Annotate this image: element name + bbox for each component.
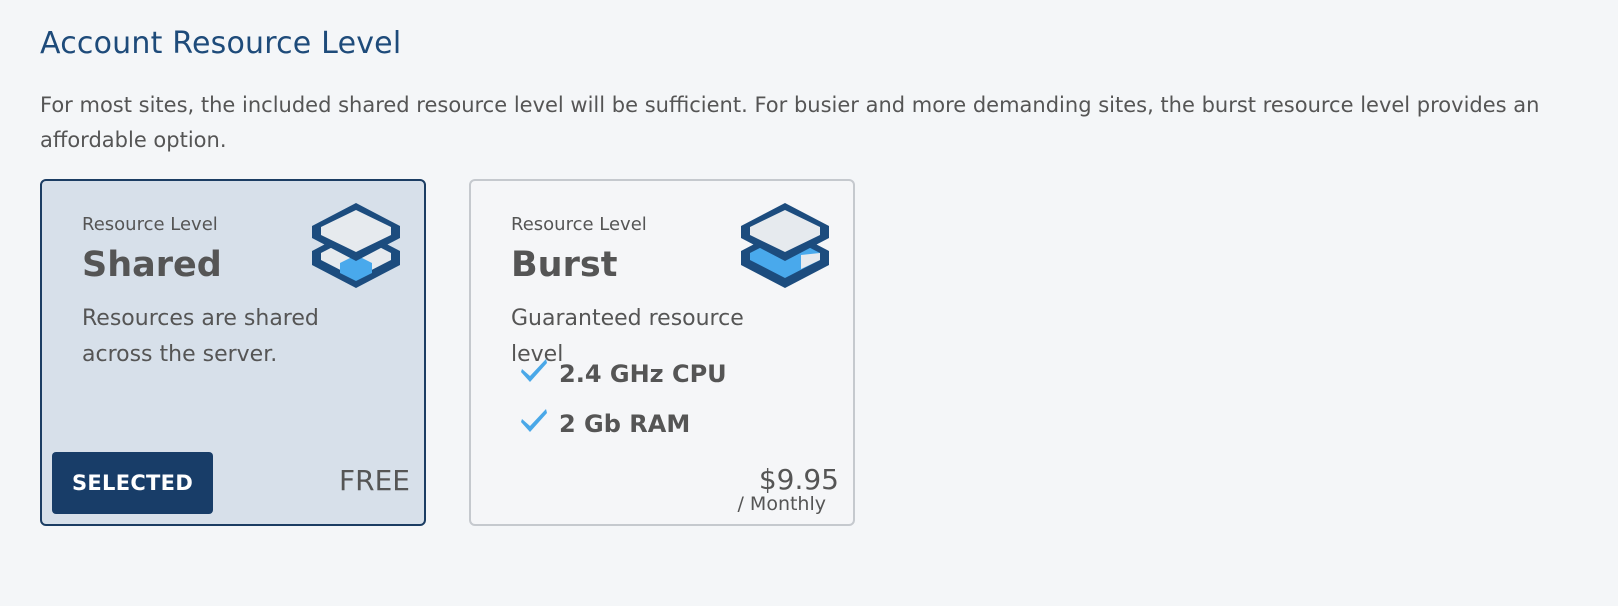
plan-label: Resource Level	[82, 214, 218, 235]
feature-list: 2.4 GHz CPU 2 Gb RAM	[519, 349, 727, 449]
plan-label: Resource Level	[511, 214, 647, 235]
checkmark-icon	[521, 359, 547, 382]
selected-button[interactable]: SELECTED	[52, 452, 213, 514]
feature-label: 2 Gb RAM	[559, 410, 691, 438]
plan-name: Shared	[82, 245, 222, 285]
plan-description: Resources are shared across the server.	[82, 306, 319, 367]
plan-price: $9.95	[758, 463, 839, 496]
section-description: For most sites, the included shared reso…	[40, 93, 1540, 152]
feature-label: 2.4 GHz CPU	[559, 360, 727, 388]
resource-stack-icon	[312, 203, 400, 288]
feature-item: 2.4 GHz CPU	[519, 349, 727, 399]
page: Account Resource Level For most sites, t…	[0, 0, 1618, 606]
feature-item: 2 Gb RAM	[519, 399, 727, 449]
resource-stack-icon	[741, 203, 829, 288]
plan-card-shared[interactable]: Resource Level Shared Resources are shar…	[40, 179, 426, 526]
plan-price-period: / Monthly	[737, 493, 826, 515]
plan-card-burst[interactable]: Resource Level Burst Guaranteed resource…	[469, 179, 855, 526]
checkmark-icon	[521, 409, 547, 432]
section-title: Account Resource Level	[40, 26, 402, 61]
plan-price: FREE	[339, 464, 410, 497]
plan-name: Burst	[511, 245, 618, 285]
